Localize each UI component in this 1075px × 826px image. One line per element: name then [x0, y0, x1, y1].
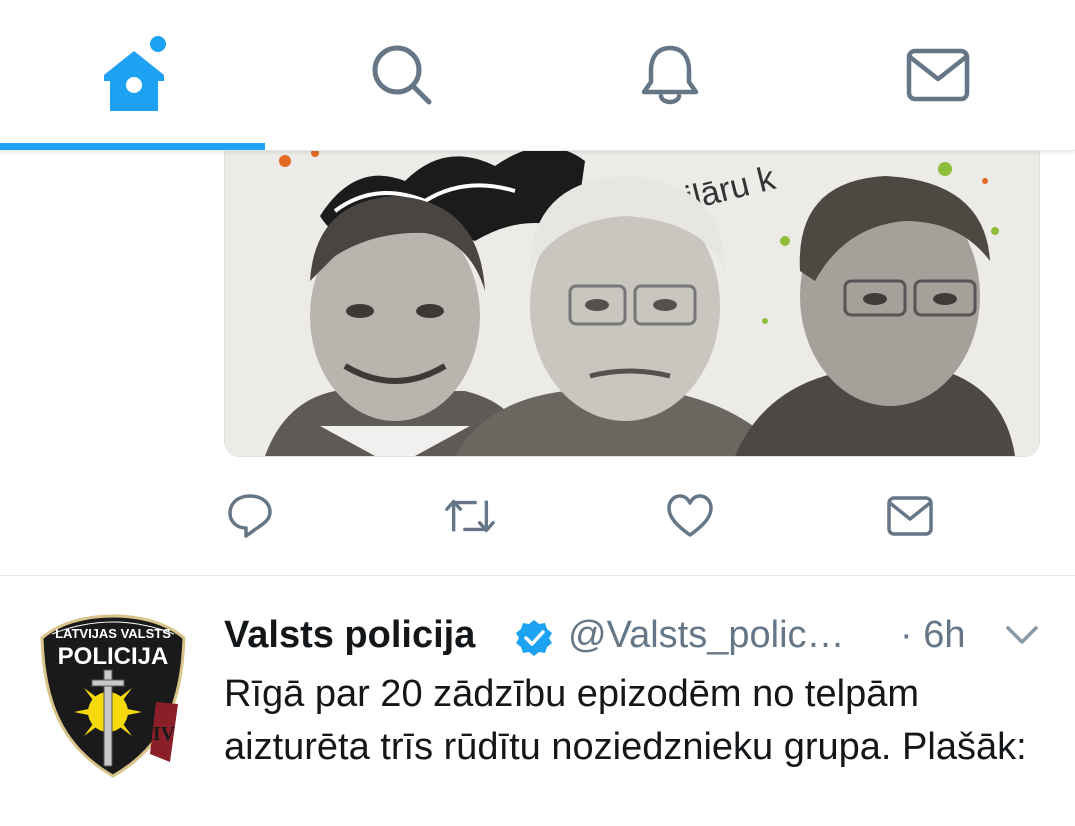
like-button[interactable] — [664, 490, 716, 542]
avatar[interactable]: LATVIJAS VALSTS POLICIJA IV — [38, 612, 188, 780]
tab-notifications[interactable] — [536, 0, 804, 150]
like-icon — [667, 494, 713, 537]
tweet-menu-button[interactable] — [1004, 624, 1040, 651]
bell-icon — [641, 45, 699, 105]
tab-home[interactable] — [0, 0, 268, 150]
home-icon — [104, 36, 166, 111]
svg-text:POLICIJA: POLICIJA — [58, 643, 169, 670]
tweet-divider — [0, 575, 1075, 576]
svg-text:LATVIJAS VALSTS: LATVIJAS VALSTS — [55, 626, 171, 641]
verified-badge-icon — [514, 618, 554, 663]
tweet-header: Valsts policija @Valsts_polic… · 6h — [224, 610, 1064, 662]
chevron-down-icon — [1006, 626, 1038, 644]
tab-search[interactable] — [268, 0, 536, 150]
retweet-button[interactable] — [444, 490, 496, 542]
direct-message-icon — [887, 496, 933, 536]
display-name[interactable]: Valsts policija — [224, 614, 475, 657]
reply-icon — [228, 494, 272, 538]
top-navigation-bar — [0, 0, 1075, 151]
active-tab-indicator — [0, 143, 265, 150]
direct-message-button[interactable] — [884, 490, 936, 542]
tweet-timestamp[interactable]: · 6h — [900, 614, 965, 657]
svg-text:IV: IV — [153, 723, 176, 745]
search-icon — [372, 45, 432, 105]
tweet-media-image[interactable]: jubilāru k — [224, 120, 1040, 457]
tweet-action-bar — [0, 490, 1075, 542]
user-handle[interactable]: @Valsts_polic… — [568, 614, 845, 657]
tweet-text: Rīgā par 20 zādzību epizodēm no telpām a… — [224, 673, 1027, 768]
tab-messages[interactable] — [804, 0, 1072, 150]
reply-button[interactable] — [224, 490, 276, 542]
retweet-icon — [445, 499, 495, 533]
mail-icon — [906, 48, 970, 102]
